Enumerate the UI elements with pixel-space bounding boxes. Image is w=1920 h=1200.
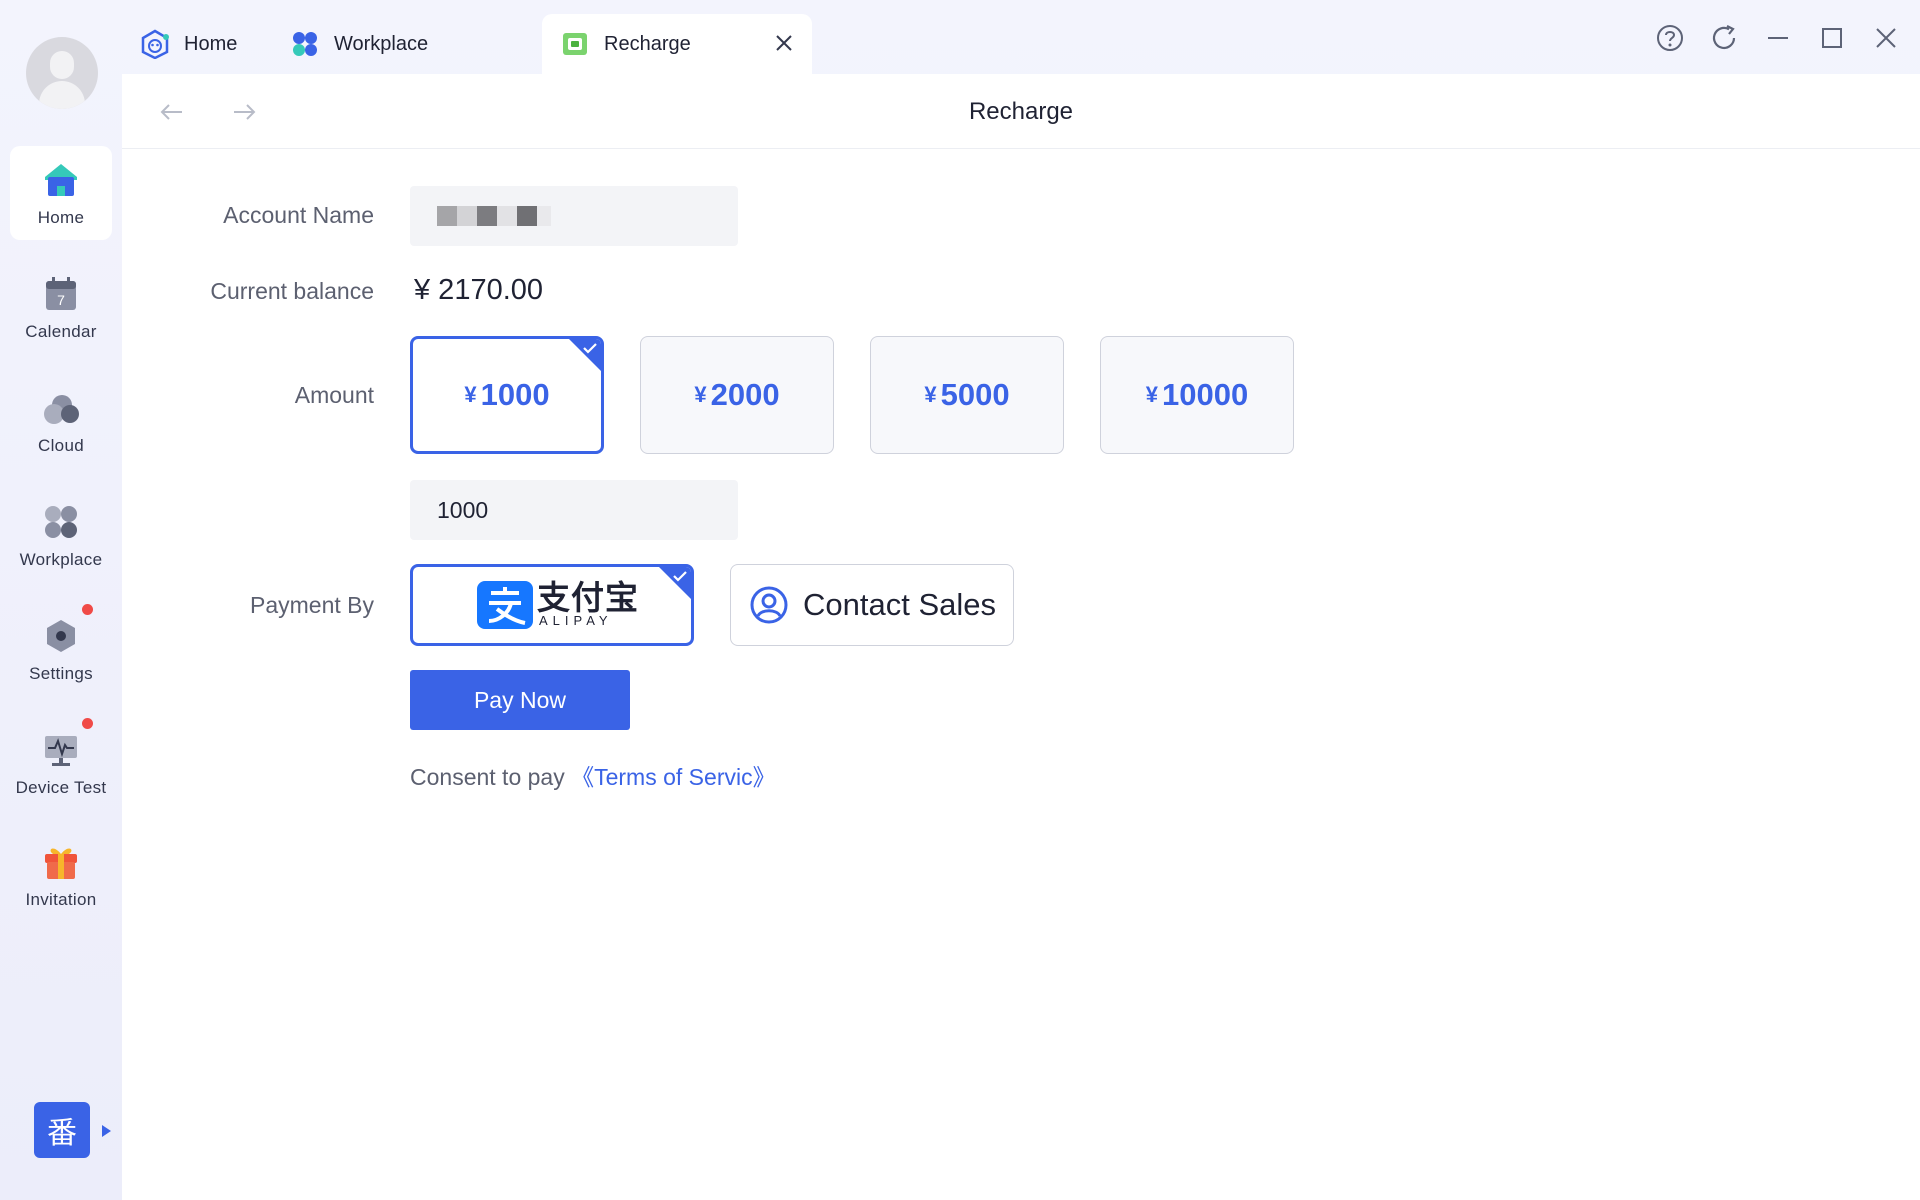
alipay-logo-icon [477,581,533,629]
page-title: Recharge [968,98,1074,125]
sidebar-item-label: Invitation [25,890,97,909]
tab-label: Home [184,32,238,55]
sidebar-item-device-test[interactable]: Device Test [10,716,112,810]
sidebar-item-workplace[interactable]: Workplace [10,488,112,582]
pay-now-button[interactable]: Pay Now [410,670,630,730]
amount-option-2000[interactable]: ¥ 2000 [640,336,834,454]
monitor-pulse-icon [41,730,81,770]
sidebar-item-invitation[interactable]: Invitation [10,828,112,922]
current-balance-value: ¥ 2170.00 [414,274,544,306]
close-window-icon[interactable] [1870,22,1902,54]
minimize-icon[interactable] [1762,22,1794,54]
tab-label: Recharge [604,32,691,55]
consent-text: Consent to pay 《Terms of Servic》 [410,758,776,792]
main-content: Recharge Account Name Current balance ¥ … [122,74,1920,1200]
home-icon [41,160,81,200]
sidebar-item-cloud[interactable]: Cloud [10,374,112,468]
sidebar-item-label: Workplace [19,550,103,569]
user-circle-icon [749,585,789,625]
current-balance-label: Current balance [210,278,374,304]
currency-symbol: ¥ [464,382,477,407]
tab-workplace[interactable]: Workplace [272,14,492,74]
account-name-field [410,186,738,246]
cloud-icon [41,388,81,428]
settings-icon [41,616,81,656]
tab-bar: Home Workplace Recharge [122,0,1920,74]
refresh-icon[interactable] [1708,22,1740,54]
payment-option-alipay[interactable]: 支付宝 ALIPAY [410,564,694,646]
sidebar-item-label: Home [37,208,85,227]
translate-button[interactable]: 番 [34,1102,90,1158]
expand-arrow-icon[interactable] [102,1125,111,1137]
grid-icon [290,29,320,59]
wallet-icon [560,29,590,59]
sidebar-item-label: Cloud [38,436,84,455]
bot-icon [140,29,170,60]
amount-option-1000[interactable]: ¥ 1000 [410,336,604,454]
amount-input[interactable]: 1000 [410,480,738,540]
sidebar-item-label: Settings [29,664,93,683]
contact-sales-label: Contact Sales [803,587,996,622]
svg-text:7: 7 [57,292,65,308]
sidebar-item-settings[interactable]: Settings [10,602,112,696]
payment-by-label: Payment By [250,592,374,618]
account-name-label: Account Name [223,202,374,228]
alipay-en-text: ALIPAY [539,612,613,628]
check-icon [583,343,597,354]
sidebar-item-label: Calendar [25,322,97,341]
amount-label: Amount [294,382,374,408]
user-avatar[interactable] [26,37,98,109]
redacted-account-name [437,191,567,241]
tab-recharge[interactable]: Recharge [542,14,812,74]
amount-input-value: 1000 [437,496,489,523]
amount-value: 5000 [940,377,1010,412]
page-toolbar: Recharge [122,74,1920,149]
sidebar-item-calendar[interactable]: 7 Calendar [10,260,112,354]
calendar-icon: 7 [41,274,81,314]
translate-icon: 番 [47,1116,77,1151]
amount-option-5000[interactable]: ¥ 5000 [870,336,1064,454]
terms-of-service-link[interactable]: 《Terms of Servic》 [571,764,775,790]
currency-symbol: ¥ [694,382,707,407]
amount-value: 10000 [1162,377,1249,412]
currency-symbol: ¥ [924,382,937,407]
check-icon [673,571,687,582]
amount-value: 2000 [710,377,780,412]
tab-home[interactable]: Home [122,14,272,74]
help-icon[interactable] [1654,22,1686,54]
tab-label: Workplace [334,32,429,55]
alipay-cn-text: 支付宝 [537,578,639,616]
close-icon[interactable] [772,31,796,55]
sidebar: Home 7 Calendar Cloud Workplace Settings… [0,0,122,1200]
maximize-icon[interactable] [1816,22,1848,54]
app-window: Home 7 Calendar Cloud Workplace Settings… [0,0,1920,1200]
gift-icon [41,842,81,882]
grid-icon [41,502,81,542]
amount-value: 1000 [480,377,550,412]
payment-option-contact-sales[interactable]: Contact Sales [730,564,1014,646]
alipay-wordmark: 支付宝 ALIPAY [533,578,639,628]
currency-symbol: ¥ [1145,382,1159,407]
sidebar-item-home[interactable]: Home [10,146,112,240]
sidebar-item-label: Device Test [15,778,107,797]
notification-dot [82,718,93,729]
notification-dot [82,604,93,615]
consent-prefix: Consent to pay [410,764,572,790]
amount-option-10000[interactable]: ¥ 10000 [1100,336,1294,454]
